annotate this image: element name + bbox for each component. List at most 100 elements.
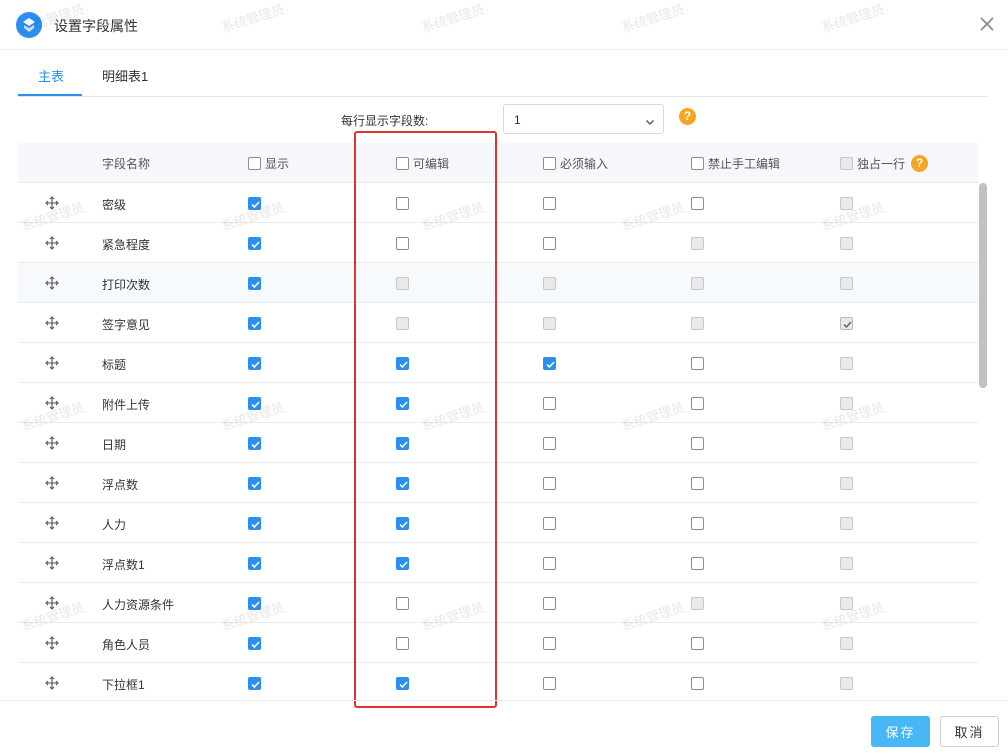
tab-detail-table-1[interactable]: 明细表1 (102, 66, 148, 85)
editable-checkbox[interactable] (396, 517, 409, 530)
show-checkbox[interactable] (248, 437, 261, 450)
required-checkbox[interactable] (543, 437, 556, 450)
full-row-checkbox[interactable] (840, 677, 853, 690)
drag-handle-icon[interactable] (45, 196, 59, 210)
show-checkbox[interactable] (248, 277, 261, 290)
no-manual-edit-checkbox[interactable] (691, 357, 704, 370)
no-manual-edit-checkbox[interactable] (691, 277, 704, 290)
full-row-help-icon[interactable]: ? (911, 155, 929, 172)
full-row-checkbox[interactable] (840, 637, 853, 650)
editable-checkbox[interactable] (396, 237, 409, 250)
select-all-show-checkbox[interactable] (248, 157, 261, 170)
select-all-required-checkbox[interactable] (543, 157, 556, 170)
table-row: 打印次数 (18, 263, 978, 303)
full-row-checkbox[interactable] (840, 277, 853, 290)
drag-handle-icon[interactable] (45, 396, 59, 410)
full-row-checkbox[interactable] (840, 557, 853, 570)
show-checkbox[interactable] (248, 517, 261, 530)
editable-checkbox[interactable] (396, 557, 409, 570)
drag-handle-icon[interactable] (45, 316, 59, 330)
required-checkbox[interactable] (543, 597, 556, 610)
editable-checkbox[interactable] (396, 597, 409, 610)
no-manual-edit-checkbox[interactable] (691, 597, 704, 610)
drag-handle-icon[interactable] (45, 356, 59, 370)
editable-checkbox[interactable] (396, 477, 409, 490)
save-button[interactable]: 保存 (871, 716, 930, 747)
full-row-checkbox[interactable] (840, 597, 853, 610)
full-row-checkbox[interactable] (840, 197, 853, 210)
drag-handle-icon[interactable] (45, 636, 59, 650)
select-all-no-manual-edit-checkbox[interactable] (691, 157, 704, 170)
drag-handle-icon[interactable] (45, 476, 59, 490)
editable-checkbox[interactable] (396, 397, 409, 410)
drag-handle-icon[interactable] (45, 556, 59, 570)
show-checkbox[interactable] (248, 317, 261, 330)
show-checkbox[interactable] (248, 197, 261, 210)
show-checkbox[interactable] (248, 557, 261, 570)
show-checkbox[interactable] (248, 237, 261, 250)
full-row-checkbox[interactable] (840, 317, 853, 330)
required-checkbox[interactable] (543, 477, 556, 490)
field-name: 打印次数 (102, 278, 151, 292)
required-checkbox[interactable] (543, 317, 556, 330)
no-manual-edit-checkbox[interactable] (691, 517, 704, 530)
required-checkbox[interactable] (543, 197, 556, 210)
field-name: 紧急程度 (102, 238, 151, 252)
required-checkbox[interactable] (543, 677, 556, 690)
column-header-full-row-label: 独占一行 (857, 157, 906, 171)
full-row-checkbox[interactable] (840, 357, 853, 370)
select-all-editable-checkbox[interactable] (396, 157, 409, 170)
editable-checkbox[interactable] (396, 317, 409, 330)
required-checkbox[interactable] (543, 357, 556, 370)
show-checkbox[interactable] (248, 357, 261, 370)
column-header-show-label: 显示 (265, 157, 290, 171)
no-manual-edit-checkbox[interactable] (691, 637, 704, 650)
cancel-button[interactable]: 取消 (940, 716, 999, 747)
required-checkbox[interactable] (543, 637, 556, 650)
show-checkbox[interactable] (248, 637, 261, 650)
required-checkbox[interactable] (543, 397, 556, 410)
full-row-checkbox[interactable] (840, 517, 853, 530)
editable-checkbox[interactable] (396, 357, 409, 370)
full-row-checkbox[interactable] (840, 437, 853, 450)
drag-handle-icon[interactable] (45, 236, 59, 250)
help-icon[interactable]: ? (679, 108, 696, 125)
no-manual-edit-checkbox[interactable] (691, 197, 704, 210)
no-manual-edit-checkbox[interactable] (691, 437, 704, 450)
editable-checkbox[interactable] (396, 437, 409, 450)
scrollbar-thumb[interactable] (979, 183, 987, 388)
drag-handle-icon[interactable] (45, 676, 59, 690)
required-checkbox[interactable] (543, 557, 556, 570)
show-checkbox[interactable] (248, 397, 261, 410)
column-header-full-row: 独占一行 ? (840, 155, 929, 172)
select-all-full-row-checkbox[interactable] (840, 157, 853, 170)
drag-handle-icon[interactable] (45, 596, 59, 610)
editable-checkbox[interactable] (396, 637, 409, 650)
drag-handle-icon[interactable] (45, 436, 59, 450)
no-manual-edit-checkbox[interactable] (691, 677, 704, 690)
close-icon[interactable] (976, 13, 998, 35)
no-manual-edit-checkbox[interactable] (691, 237, 704, 250)
editable-checkbox[interactable] (396, 277, 409, 290)
full-row-checkbox[interactable] (840, 477, 853, 490)
table-scrollbar[interactable] (978, 183, 988, 700)
show-checkbox[interactable] (248, 597, 261, 610)
editable-checkbox[interactable] (396, 677, 409, 690)
tab-main[interactable]: 主表 (38, 66, 64, 85)
no-manual-edit-checkbox[interactable] (691, 317, 704, 330)
editable-checkbox[interactable] (396, 197, 409, 210)
fields-per-row-select[interactable]: 1 (503, 104, 664, 134)
full-row-checkbox[interactable] (840, 397, 853, 410)
no-manual-edit-checkbox[interactable] (691, 557, 704, 570)
full-row-checkbox[interactable] (840, 237, 853, 250)
required-checkbox[interactable] (543, 517, 556, 530)
show-checkbox[interactable] (248, 477, 261, 490)
field-name: 附件上传 (102, 398, 151, 412)
required-checkbox[interactable] (543, 277, 556, 290)
required-checkbox[interactable] (543, 237, 556, 250)
drag-handle-icon[interactable] (45, 516, 59, 530)
show-checkbox[interactable] (248, 677, 261, 690)
no-manual-edit-checkbox[interactable] (691, 397, 704, 410)
no-manual-edit-checkbox[interactable] (691, 477, 704, 490)
drag-handle-icon[interactable] (45, 276, 59, 290)
